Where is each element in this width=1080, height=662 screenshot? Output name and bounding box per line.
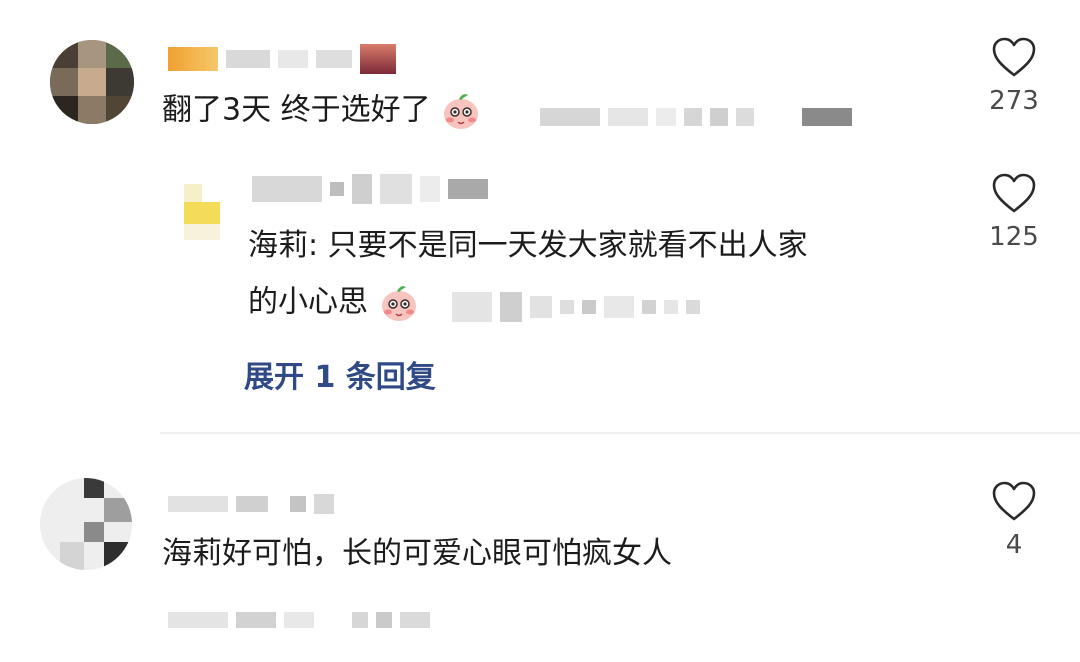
heart-outline-icon xyxy=(992,37,1036,77)
like-count: 125 xyxy=(989,222,1039,252)
heart-outline-icon xyxy=(992,481,1036,521)
redacted-meta xyxy=(452,292,700,322)
like-button[interactable]: 4 xyxy=(964,480,1064,560)
comment-divider xyxy=(160,432,1080,434)
username-redacted[interactable] xyxy=(168,494,334,514)
reply-text-line-2: 的小心思 xyxy=(248,282,420,324)
heart-outline-icon xyxy=(992,173,1036,213)
like-count: 273 xyxy=(989,86,1039,116)
like-count: 4 xyxy=(1005,530,1023,560)
expand-replies-link[interactable]: 展开 1 条回复 xyxy=(244,352,436,396)
avatar[interactable] xyxy=(50,40,134,124)
like-button[interactable]: 125 xyxy=(964,172,1064,252)
redacted-meta xyxy=(540,108,852,126)
like-button[interactable]: 273 xyxy=(964,36,1064,116)
redacted-meta xyxy=(168,612,430,628)
avatar[interactable] xyxy=(40,478,132,570)
username-redacted[interactable] xyxy=(252,174,488,204)
peach-blush-emoji-icon xyxy=(444,94,479,129)
username-redacted[interactable] xyxy=(168,44,396,74)
comment-text: 海莉好可怕，长的可爱心眼可怕疯女人 xyxy=(162,536,672,571)
avatar[interactable] xyxy=(184,184,236,242)
comment-text: 翻了3天 终于选好了 xyxy=(162,90,482,132)
peach-blush-emoji-icon xyxy=(381,286,416,321)
reply-text-line-1: 海莉: 只要不是同一天发大家就看不出人家 xyxy=(248,228,808,263)
